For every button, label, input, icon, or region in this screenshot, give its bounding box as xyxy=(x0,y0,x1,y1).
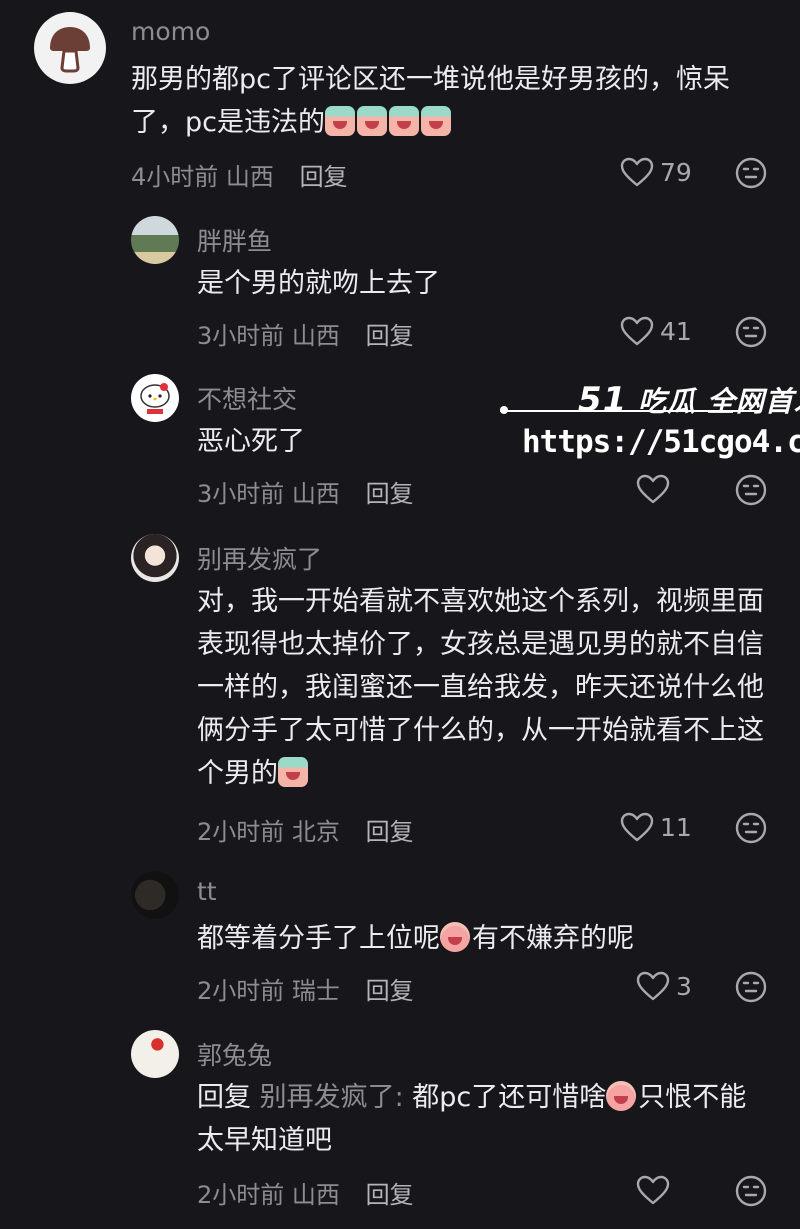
reply-item: 胖胖鱼 是个男的就吻上去了 3小时前 山西 回复 41 xyxy=(0,200,800,360)
comment-meta: 2小时前 山西 回复 xyxy=(197,1175,414,1210)
watermark-brand: 51 吃瓜 全网首发 xyxy=(578,380,800,420)
commenter-name[interactable]: 郭兔兔 xyxy=(197,1036,272,1072)
like-button[interactable]: 11 xyxy=(620,812,692,842)
heart-outline-icon xyxy=(636,971,670,1001)
comment-location: 山西 xyxy=(291,1181,340,1209)
reply-button[interactable]: 回复 xyxy=(366,818,414,846)
comment-location: 山西 xyxy=(291,480,340,508)
mushroom-icon xyxy=(50,27,90,73)
kitty-icon xyxy=(140,383,170,414)
comment-meta: 3小时前 山西 回复 xyxy=(197,316,414,351)
comment-text: 都等着分手了上位呢 有不嫌弃的呢 xyxy=(197,917,772,960)
neutral-face-icon[interactable] xyxy=(735,812,767,844)
reply-item: 别再发疯了 对，我一开始看就不喜欢她这个系列，视频里面表现得也太掉价了，女孩总是… xyxy=(0,520,800,865)
sweat-emoji-icon xyxy=(606,1081,637,1111)
heart-outline-icon xyxy=(620,157,654,187)
heart-outline-icon xyxy=(636,1175,670,1205)
comment-item: momo 那男的都pc了评论区还一堆说他是好男孩的，惊呆了，pc是违法的 4小时… xyxy=(0,0,800,200)
like-button[interactable]: 3 xyxy=(636,971,692,1001)
comment-text: 是个男的就吻上去了 xyxy=(197,268,440,299)
reply-button[interactable]: 回复 xyxy=(366,977,414,1005)
comment-location: 北京 xyxy=(291,818,340,846)
like-button[interactable] xyxy=(636,474,670,504)
comment-time: 4小时前 xyxy=(131,163,219,191)
comment-time: 3小时前 xyxy=(197,322,285,350)
comment-meta: 4小时前 山西 回复 xyxy=(131,157,348,192)
comment-meta: 2小时前 北京 回复 xyxy=(197,812,414,847)
comment-text-after: 有不嫌弃的呢 xyxy=(472,923,634,954)
comment-location: 山西 xyxy=(291,322,340,350)
comment-text-before: 都等着分手了上位呢 xyxy=(197,923,440,954)
like-button[interactable]: 41 xyxy=(620,316,692,346)
commenter-name[interactable]: 别再发疯了 xyxy=(197,540,322,576)
comment-time: 3小时前 xyxy=(197,480,285,508)
reply-button[interactable]: 回复 xyxy=(300,163,348,191)
comment-time: 2小时前 xyxy=(197,977,285,1005)
watermark-brand-text: 吃瓜 全网首发 xyxy=(638,385,800,418)
neutral-face-icon[interactable] xyxy=(735,474,767,506)
neutral-face-icon[interactable] xyxy=(735,316,767,348)
crying-emoji-icon xyxy=(440,922,470,952)
comment-location: 瑞士 xyxy=(291,977,340,1005)
neutral-face-icon[interactable] xyxy=(735,157,767,189)
commenter-name[interactable]: tt xyxy=(197,877,217,906)
crying-emoji-icon xyxy=(324,106,453,138)
comment-text-before: 都pc了还可惜啥 xyxy=(412,1082,607,1113)
watermark: 51 吃瓜 全网首发 https://51cgo4.com xyxy=(500,378,800,468)
like-button[interactable]: 79 xyxy=(620,157,692,187)
heart-outline-icon xyxy=(620,316,654,346)
watermark-brand-number: 51 xyxy=(578,380,628,420)
comment-text: 对，我一开始看就不喜欢她这个系列，视频里面表现得也太掉价了，女孩总是遇见男的就不… xyxy=(197,580,772,795)
like-count: 3 xyxy=(676,971,692,1001)
comment-meta: 2小时前 瑞士 回复 xyxy=(197,971,414,1006)
comment-text: 那男的都pc了评论区还一堆说他是好男孩的，惊呆了，pc是违法的 xyxy=(131,58,771,144)
like-button[interactable] xyxy=(636,1175,670,1205)
commenter-name[interactable]: 不想社交 xyxy=(197,380,297,416)
like-count: 11 xyxy=(660,812,692,842)
like-count: 79 xyxy=(660,157,692,187)
heart-outline-icon xyxy=(620,812,654,842)
commenter-name[interactable]: momo xyxy=(131,17,210,46)
reply-button[interactable]: 回复 xyxy=(366,480,414,508)
comment-text: 回复 别再发疯了: 都pc了还可惜啥 只恨不能太早知道吧 xyxy=(197,1076,772,1162)
avatar[interactable] xyxy=(34,12,106,84)
avatar[interactable] xyxy=(131,871,179,919)
comment-location: 山西 xyxy=(225,163,274,191)
avatar[interactable] xyxy=(131,374,179,422)
neutral-face-icon[interactable] xyxy=(735,971,767,1003)
comment-meta: 3小时前 山西 回复 xyxy=(197,474,414,509)
reply-item: tt 都等着分手了上位呢 有不嫌弃的呢 2小时前 瑞士 回复 3 xyxy=(0,865,800,1025)
mention-link[interactable]: 别再发疯了: xyxy=(260,1082,404,1113)
reply-prefix: 回复 xyxy=(197,1082,251,1113)
crying-emoji-icon xyxy=(278,757,310,789)
commenter-name[interactable]: 胖胖鱼 xyxy=(197,222,272,258)
comment-time: 2小时前 xyxy=(197,818,285,846)
reply-button[interactable]: 回复 xyxy=(366,322,414,350)
reply-item: 郭兔兔 回复 别再发疯了: 都pc了还可惜啥 只恨不能太早知道吧 2小时前 山西 … xyxy=(0,1025,800,1229)
avatar[interactable] xyxy=(131,216,179,264)
neutral-face-icon[interactable] xyxy=(735,1175,767,1207)
watermark-url: https://51cgo4.com xyxy=(522,424,800,460)
comment-time: 2小时前 xyxy=(197,1181,285,1209)
heart-outline-icon xyxy=(636,474,670,504)
reply-button[interactable]: 回复 xyxy=(366,1181,414,1209)
avatar[interactable] xyxy=(131,534,179,582)
avatar[interactable] xyxy=(131,1030,179,1078)
like-count: 41 xyxy=(660,316,692,346)
